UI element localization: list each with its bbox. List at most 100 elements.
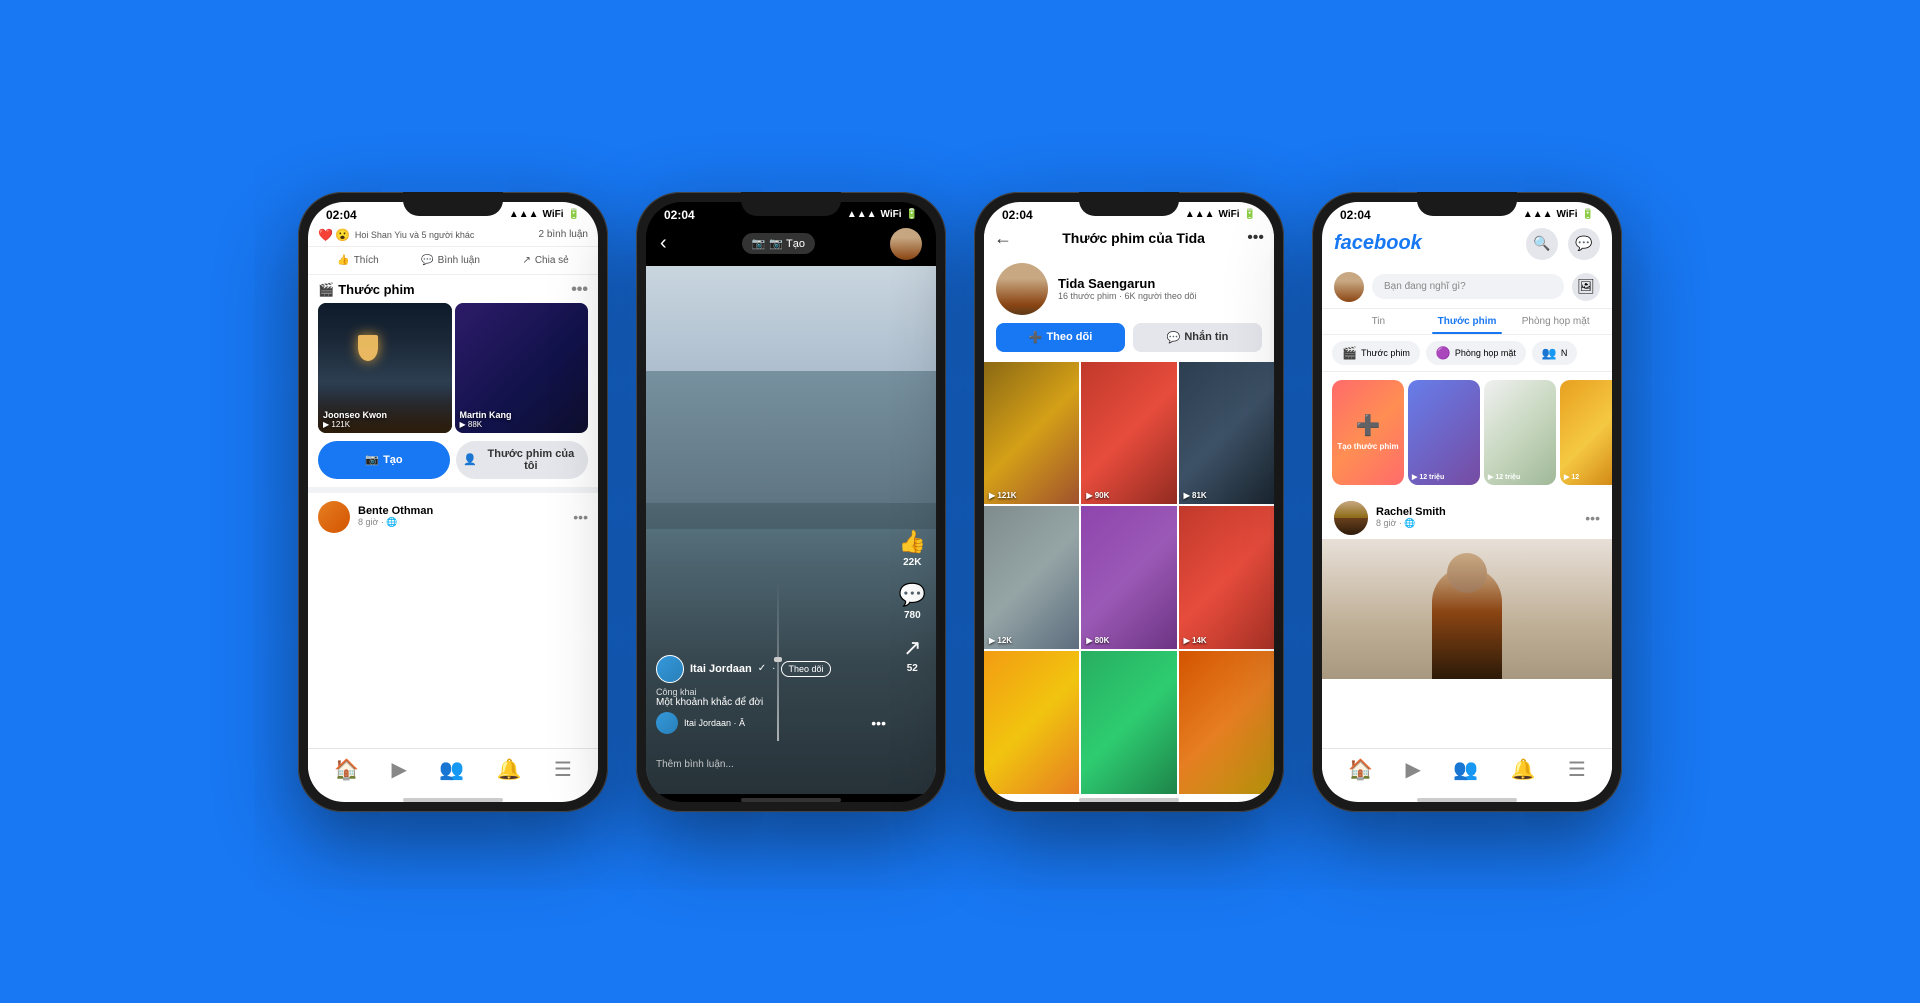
back-button-3[interactable]: ← — [994, 228, 1012, 249]
post-more-icon[interactable]: ••• — [573, 509, 588, 525]
comment-action[interactable]: 💬 780 — [899, 582, 926, 621]
nav-people-1[interactable]: 👥 — [439, 757, 464, 782]
story-2[interactable]: ▶ 12 triệu — [1484, 380, 1556, 485]
video1-name: Joonseo Kwon — [323, 410, 387, 420]
like-icon: 👍 — [337, 255, 349, 266]
mosaic-item-4[interactable]: ▶ 12K — [984, 506, 1079, 649]
video-caption: Một khoảnh khắc để đời — [656, 697, 886, 708]
share-action[interactable]: ↗ 52 — [903, 635, 921, 674]
section-header: 🎬 Thước phim ••• — [308, 275, 598, 303]
video-full[interactable]: 👍 22K 💬 780 ↗ 52 It — [646, 266, 936, 794]
signal-icon-4: ▲▲▲ — [1523, 209, 1553, 220]
video-mosaic: ▶ 121K ▶ 90K ▶ 81K ▶ 12K ▶ 80K ▶ 14K — [984, 362, 1274, 794]
create-reel-button[interactable]: ➕ Tạo thước phim — [1332, 380, 1404, 485]
nav-video-4[interactable]: ▶ — [1405, 757, 1420, 782]
video-user-row: Itai Jordaan ✓ · Theo dõi — [656, 655, 886, 683]
signal-icon-3: ▲▲▲ — [1185, 209, 1215, 220]
more-icon[interactable]: ••• — [571, 281, 588, 299]
create-button[interactable]: 📷 Tạo — [318, 441, 450, 479]
more-button-3[interactable]: ••• — [1247, 229, 1264, 247]
create-reel-label: Tạo thước phim — [1337, 442, 1398, 452]
video-thumb-1[interactable]: Joonseo Kwon ▶ 121K — [318, 303, 452, 433]
phone-4: 02:04 ▲▲▲ WiFi 🔋 facebook 🔍 💬 Bạn đang n… — [1312, 192, 1622, 812]
feed-post-meta: 8 giờ · 🌐 — [1376, 518, 1446, 529]
quick-people[interactable]: 👥 N — [1532, 341, 1577, 365]
message-button-3[interactable]: 💬 Nhắn tin — [1133, 323, 1262, 352]
quick-access: 🎬 Thước phim 🟣 Phòng họp mặt 👥 N — [1322, 335, 1612, 372]
mosaic-item-8[interactable] — [1081, 651, 1176, 794]
profile-info: Tida Saengarun 16 thước phim · 6K người … — [1058, 276, 1262, 301]
post-compose: Bạn đang nghĩ gì? 🖼 — [1322, 266, 1612, 309]
quick-video[interactable]: 🎬 Thước phim — [1332, 341, 1420, 365]
mosaic-item-6[interactable]: ▶ 14K — [1179, 506, 1274, 649]
mosaic-item-1[interactable]: ▶ 121K — [984, 362, 1079, 505]
post-avatar-1 — [318, 501, 350, 533]
mosaic-item-7[interactable] — [984, 651, 1079, 794]
story-1[interactable]: ▶ 12 triệu — [1408, 380, 1480, 485]
mosaic-item-9[interactable] — [1179, 651, 1274, 794]
battery-icon: 🔋 — [568, 209, 580, 220]
emoji-heart: ❤️ — [318, 228, 333, 242]
mosaic-count-3: ▶ 81K — [1184, 491, 1207, 500]
nav-bell-4[interactable]: 🔔 — [1511, 757, 1536, 782]
compose-placeholder: Bạn đang nghĩ gì? — [1384, 281, 1466, 292]
notch-1 — [403, 192, 503, 216]
share-button[interactable]: ↗ Chia sẻ — [514, 251, 576, 270]
bottom-bar-1: 🏠 ▶ 👥 🔔 ☰ — [308, 748, 598, 794]
comment-count: 2 bình luận — [539, 229, 589, 240]
video-thumb-2[interactable]: Martin Kang ▶ 88K — [455, 303, 589, 433]
create-small-button[interactable]: 📷 📷 Tạo — [742, 233, 815, 254]
follow-button[interactable]: Theo dõi — [781, 661, 830, 677]
video2-name: Martin Kang — [460, 410, 512, 420]
my-videos-button[interactable]: 👤 Thước phim của tôi — [456, 441, 588, 479]
feed-info: Rachel Smith 8 giờ · 🌐 — [1376, 506, 1446, 529]
nav-menu-4[interactable]: ☰ — [1568, 757, 1586, 782]
tab-thuoc-phim[interactable]: Thước phim — [1423, 309, 1512, 334]
feed-avatar — [1334, 501, 1368, 535]
reaction-text: Hoi Shan Yiu và 5 người khác — [355, 230, 475, 240]
quick-room-label: Phòng họp mặt — [1455, 348, 1516, 358]
nav-video-1[interactable]: ▶ — [391, 757, 406, 782]
stories-row: ➕ Tạo thước phim ▶ 12 triệu ▶ 12 triệu ▶… — [1322, 372, 1612, 493]
phone1-content: ❤️ 😮 Hoi Shan Yiu và 5 người khác 2 bình… — [308, 224, 598, 748]
comment-button[interactable]: 💬 Bình luận — [413, 251, 488, 270]
comment-more-icon[interactable]: ••• — [871, 715, 886, 731]
post-name-1: Bente Othman — [358, 505, 565, 517]
quick-room[interactable]: 🟣 Phòng họp mặt — [1426, 341, 1526, 365]
mosaic-item-2[interactable]: ▶ 90K — [1081, 362, 1176, 505]
compose-input[interactable]: Bạn đang nghĩ gì? — [1372, 274, 1564, 299]
add-comment-text[interactable]: Thêm bình luận... — [656, 759, 734, 770]
messenger-button-4[interactable]: 💬 — [1568, 228, 1600, 260]
wifi-icon-4: WiFi — [1557, 209, 1578, 220]
nav-menu-1[interactable]: ☰ — [554, 757, 572, 782]
like-action[interactable]: 👍 22K — [899, 529, 926, 568]
post-item-1: Bente Othman 8 giờ · 🌐 ••• — [308, 487, 598, 541]
story-count-1: ▶ 12 triệu — [1412, 473, 1444, 481]
story-3[interactable]: ▶ 12 — [1560, 380, 1612, 485]
search-button-4[interactable]: 🔍 — [1526, 228, 1558, 260]
back-button-2[interactable]: ‹ — [660, 232, 667, 255]
nav-people-4[interactable]: 👥 — [1453, 757, 1478, 782]
follow-button-3[interactable]: ➕ Theo dõi — [996, 323, 1125, 352]
quick-people-label: N — [1561, 348, 1568, 358]
emoji-wow: 😮 — [335, 228, 350, 242]
feed-video[interactable] — [1322, 539, 1612, 679]
nav-bell-1[interactable]: 🔔 — [497, 757, 522, 782]
time-3: 02:04 — [1002, 208, 1033, 222]
time-2: 02:04 — [664, 208, 695, 222]
nav-home-4[interactable]: 🏠 — [1348, 757, 1373, 782]
tab-phong-hop[interactable]: Phòng họp mặt — [1511, 309, 1600, 334]
nav-home-1[interactable]: 🏠 — [334, 757, 359, 782]
profile-actions: ➕ Theo dõi 💬 Nhắn tin — [984, 323, 1274, 362]
mosaic-item-3[interactable]: ▶ 81K — [1179, 362, 1274, 505]
home-indicator-2 — [741, 798, 841, 802]
feed-more-icon[interactable]: ••• — [1585, 510, 1600, 526]
photo-button[interactable]: 🖼 — [1572, 273, 1600, 301]
section-icon: 🎬 — [318, 282, 334, 298]
tab-thuoc-phim-label: Thước phim — [1438, 316, 1497, 327]
mosaic-item-5[interactable]: ▶ 80K — [1081, 506, 1176, 649]
mosaic-count-5: ▶ 80K — [1086, 636, 1109, 645]
tab-tin[interactable]: Tin — [1334, 309, 1423, 334]
tab-bar-4: Tin Thước phim Phòng họp mặt — [1322, 309, 1612, 335]
like-button[interactable]: 👍 Thích — [329, 251, 386, 270]
